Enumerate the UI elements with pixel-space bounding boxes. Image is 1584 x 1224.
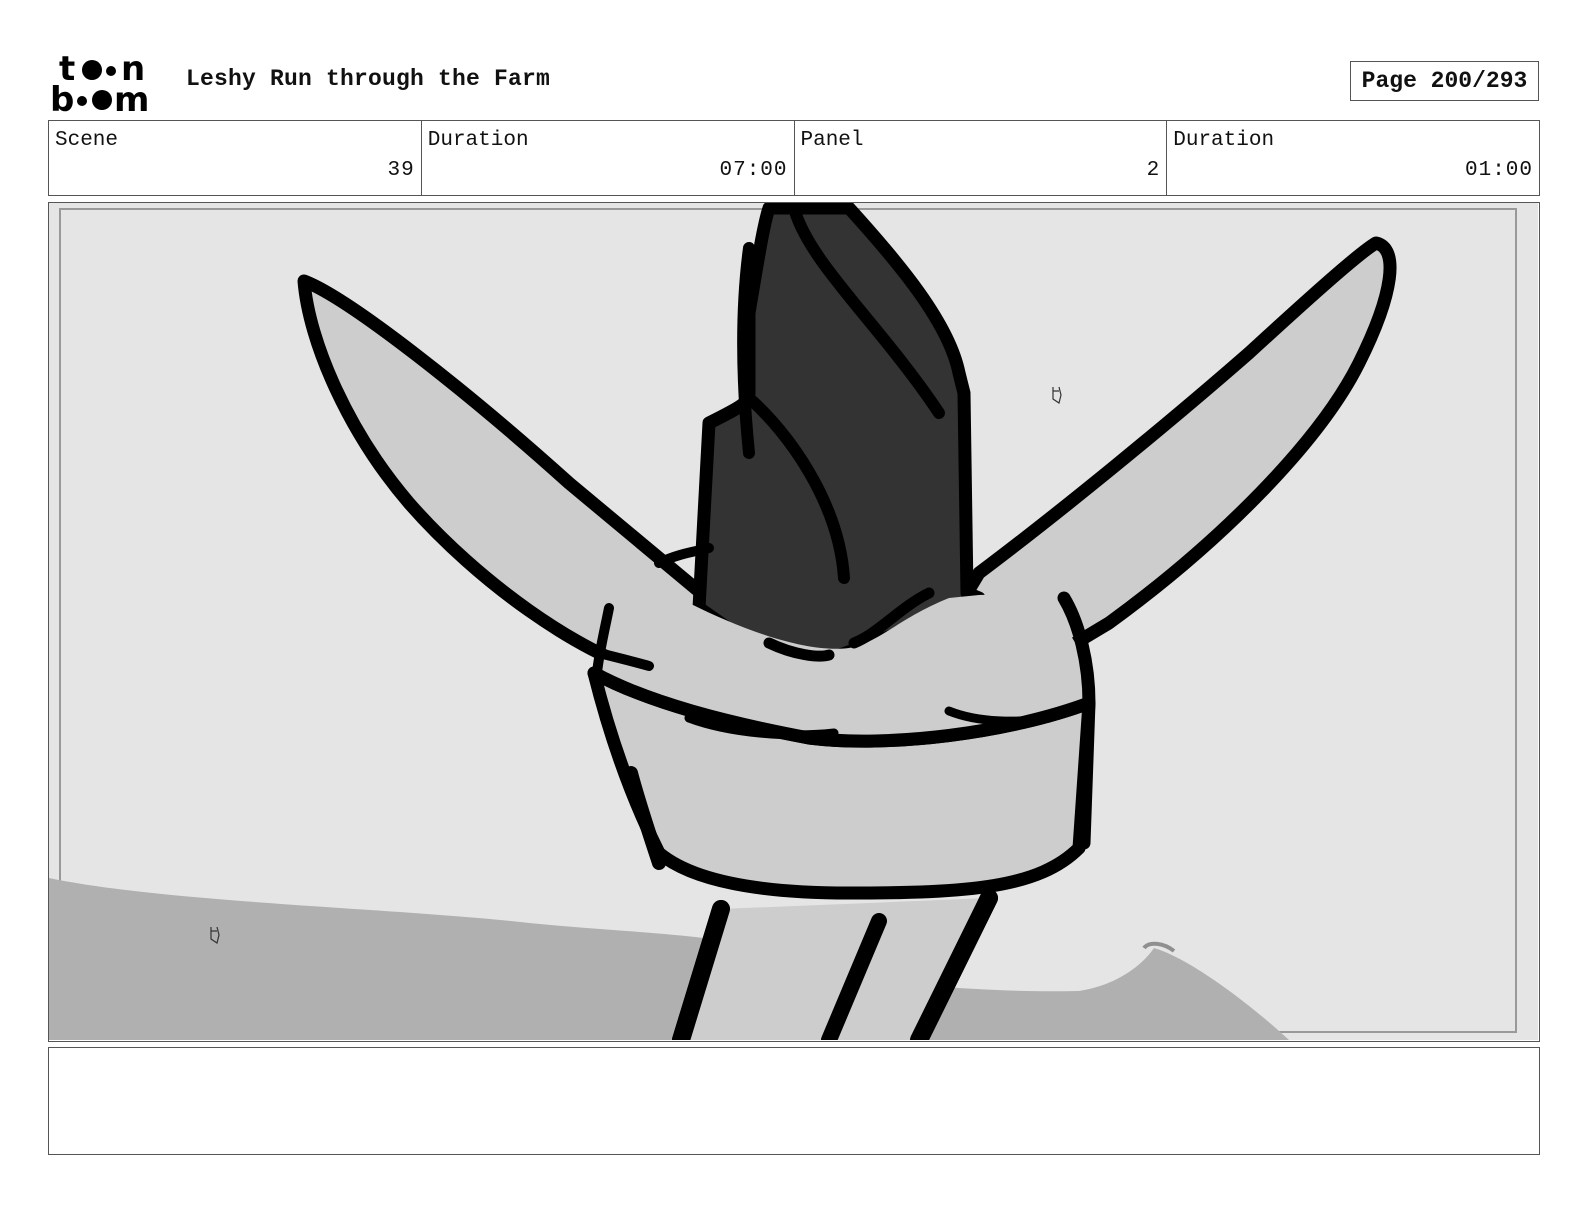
panel-cell: Panel 2 [795, 121, 1168, 195]
storyboard-title: Leshy Run through the Farm [186, 66, 551, 92]
scene-label: Scene [55, 129, 119, 152]
panel-notes [48, 1047, 1540, 1155]
svg-text:b: b [50, 80, 74, 114]
toon-boom-logo: t n b m [50, 50, 149, 114]
scene-value: 39 [387, 159, 415, 182]
storyboard-panel [48, 202, 1540, 1042]
scene-duration-label: Duration [427, 129, 529, 152]
panel-drawing [49, 203, 1538, 1040]
scene-info-table: Scene 39 Duration 07:00 Panel 2 Duration… [48, 120, 1540, 196]
scene-duration-value: 07:00 [719, 159, 788, 182]
page-number: Page 200/293 [1350, 61, 1539, 101]
panel-label: Panel [800, 129, 864, 152]
panel-value: 2 [1146, 159, 1161, 182]
panel-duration-value: 01:00 [1464, 159, 1533, 182]
scene-duration-cell: Duration 07:00 [422, 121, 795, 195]
scene-cell: Scene 39 [49, 121, 422, 195]
svg-text:m: m [114, 80, 149, 114]
panel-duration-label: Duration [1173, 129, 1275, 152]
panel-duration-cell: Duration 01:00 [1167, 121, 1539, 195]
